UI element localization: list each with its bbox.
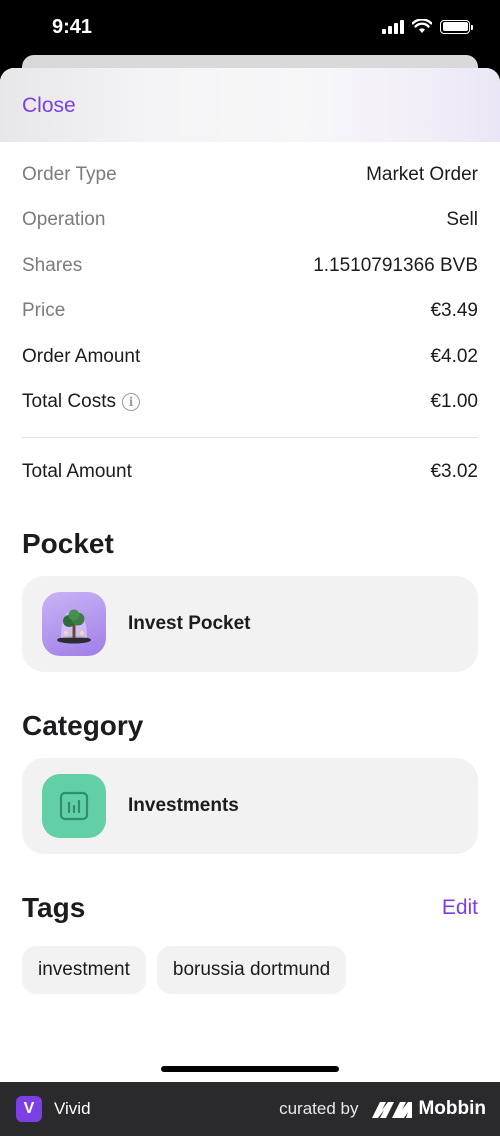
detail-row-shares: Shares 1.1510791366 BVB — [22, 243, 478, 289]
total-costs-label-group: Total Costs i — [22, 391, 140, 413]
detail-value: €4.02 — [430, 345, 478, 367]
tag-chip[interactable]: investment — [22, 946, 146, 994]
detail-value: 1.1510791366 BVB — [313, 254, 478, 276]
pocket-section-title: Pocket — [22, 528, 114, 559]
footer-app: V Vivid — [16, 1096, 91, 1122]
total-amount-label: Total Amount — [22, 461, 132, 482]
mobbin-logo-icon — [372, 1102, 413, 1118]
sheet-header: Close — [0, 68, 500, 142]
order-detail-sheet: Close Order Type Market Order Operation … — [0, 68, 500, 1082]
order-details-list: Order Type Market Order Operation Sell S… — [0, 152, 500, 425]
close-button[interactable]: Close — [22, 94, 76, 118]
tags-list: investment borussia dortmund — [0, 946, 500, 994]
total-amount-row: Total Amount €3.02 — [0, 438, 500, 506]
edit-tags-button[interactable]: Edit — [442, 896, 478, 920]
detail-label: Order Amount — [22, 345, 141, 367]
detail-value: €3.49 — [430, 300, 478, 322]
footer-credit: curated by Mobbin — [279, 1098, 486, 1120]
footer-bar: V Vivid curated by Mobbin — [0, 1082, 500, 1136]
detail-value: Market Order — [366, 163, 478, 185]
status-time: 9:41 — [52, 16, 93, 38]
detail-label: Order Type — [22, 163, 117, 185]
detail-row-order-amount: Order Amount €4.02 — [22, 334, 478, 380]
detail-row-operation: Operation Sell — [22, 198, 478, 244]
vivid-logo-icon: V — [16, 1096, 42, 1122]
detail-row-total-costs: Total Costs i €1.00 — [22, 380, 478, 426]
app-name: Vivid — [54, 1099, 91, 1118]
detail-label: Shares — [22, 254, 83, 276]
home-indicator — [161, 1066, 339, 1072]
wifi-icon — [412, 19, 432, 33]
pocket-tree-icon — [42, 592, 106, 656]
category-name: Investments — [128, 795, 239, 816]
status-icons — [382, 19, 473, 34]
info-icon[interactable]: i — [121, 393, 140, 412]
category-card[interactable]: Investments — [22, 758, 478, 854]
mobbin-brand: Mobbin — [372, 1098, 486, 1120]
curated-by-label: curated by — [279, 1099, 359, 1118]
category-section-title: Category — [22, 710, 144, 741]
tags-header: Tags Edit — [0, 892, 500, 924]
detail-label: Total Costs — [22, 391, 116, 413]
tags-section-title: Tags — [22, 892, 86, 923]
detail-row-order-type: Order Type Market Order — [22, 152, 478, 198]
total-amount-value: €3.02 — [430, 461, 478, 482]
battery-icon — [440, 19, 473, 34]
detail-label: Operation — [22, 209, 106, 231]
detail-row-price: Price €3.49 — [22, 289, 478, 335]
status-bar: 9:41 — [0, 0, 500, 58]
cellular-signal-icon — [382, 19, 404, 34]
tag-chip[interactable]: borussia dortmund — [156, 946, 347, 994]
mobbin-name: Mobbin — [418, 1098, 486, 1119]
pocket-name: Invest Pocket — [128, 613, 251, 634]
pocket-card[interactable]: Invest Pocket — [22, 576, 478, 672]
detail-value: Sell — [446, 209, 478, 231]
chart-icon — [42, 774, 106, 838]
detail-value: €1.00 — [430, 391, 478, 413]
detail-label: Price — [22, 300, 66, 322]
